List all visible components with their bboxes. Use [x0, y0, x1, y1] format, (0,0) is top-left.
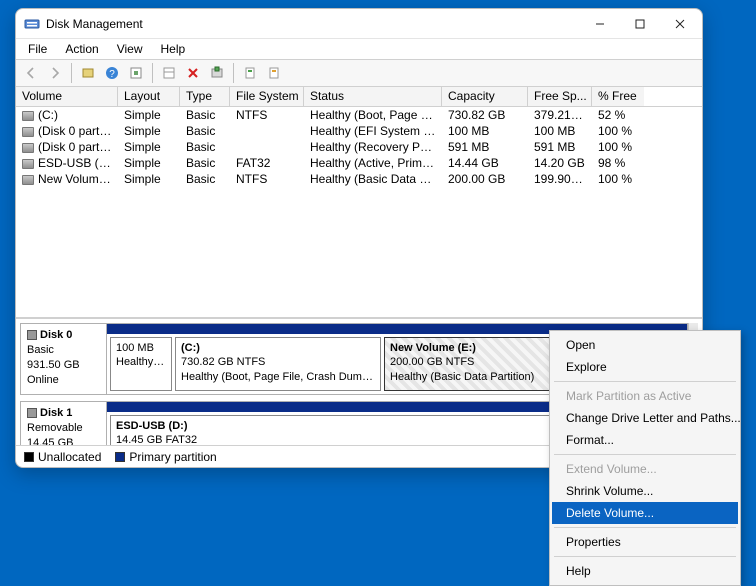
disk-icon [27, 330, 37, 340]
toolbar-icon-4[interactable] [239, 62, 261, 84]
toolbar-icon-3[interactable] [206, 62, 228, 84]
disk1-name: Disk 1 [40, 407, 72, 419]
disk-icon [27, 408, 37, 418]
disk1-size: 14.45 GB [27, 436, 100, 445]
toolbar-icon-2[interactable] [158, 62, 180, 84]
context-menu: Open Explore Mark Partition as Active Ch… [549, 330, 741, 586]
legend-primary: Primary partition [115, 450, 216, 464]
maximize-button[interactable] [620, 10, 660, 38]
volume-icon [22, 111, 34, 121]
disk0-state: Online [27, 373, 100, 388]
window-title: Disk Management [46, 17, 580, 31]
volume-icon [22, 159, 34, 169]
toolbar: ? [16, 59, 702, 87]
ctx-open[interactable]: Open [552, 334, 738, 356]
help-icon[interactable]: ? [101, 62, 123, 84]
ctx-extend: Extend Volume... [552, 458, 738, 480]
table-row[interactable]: (Disk 0 partition 1)SimpleBasicHealthy (… [16, 123, 702, 139]
ctx-help[interactable]: Help [552, 560, 738, 582]
menu-view[interactable]: View [109, 41, 151, 57]
forward-button[interactable] [44, 62, 66, 84]
table-row[interactable]: (Disk 0 partition 5)SimpleBasicHealthy (… [16, 139, 702, 155]
menu-action[interactable]: Action [57, 41, 106, 57]
table-row[interactable]: (C:)SimpleBasicNTFSHealthy (Boot, Page F… [16, 107, 702, 123]
table-header: Volume Layout Type File System Status Ca… [16, 87, 702, 107]
legend-unallocated: Unallocated [24, 450, 101, 464]
col-volume[interactable]: Volume [16, 87, 118, 106]
partition[interactable]: 100 MBHealthy (EFI S [110, 337, 172, 391]
back-button[interactable] [20, 62, 42, 84]
disk1-type: Removable [27, 421, 100, 436]
col-free[interactable]: Free Sp... [528, 87, 592, 106]
col-type[interactable]: Type [180, 87, 230, 106]
partition[interactable]: (C:)730.82 GB NTFSHealthy (Boot, Page Fi… [175, 337, 381, 391]
menu-file[interactable]: File [20, 41, 55, 57]
ctx-format[interactable]: Format... [552, 429, 738, 451]
app-icon [24, 16, 40, 32]
disk0-size: 931.50 GB [27, 358, 100, 373]
ctx-change-letter[interactable]: Change Drive Letter and Paths... [552, 407, 738, 429]
ctx-explore[interactable]: Explore [552, 356, 738, 378]
table-body: (C:)SimpleBasicNTFSHealthy (Boot, Page F… [16, 107, 702, 187]
volume-icon [22, 175, 34, 185]
disk0-type: Basic [27, 343, 100, 358]
col-capacity[interactable]: Capacity [442, 87, 528, 106]
table-row[interactable]: New Volume (...SimpleBasicNTFSHealthy (B… [16, 171, 702, 187]
close-button[interactable] [660, 10, 700, 38]
ctx-mark-active: Mark Partition as Active [552, 385, 738, 407]
col-pctfree[interactable]: % Free [592, 87, 644, 106]
menubar: File Action View Help [16, 39, 702, 59]
partition[interactable]: New Volume (E:)200.00 GB NTFSHealthy (Ba… [384, 337, 564, 391]
col-status[interactable]: Status [304, 87, 442, 106]
disk1-info: Disk 1 Removable 14.45 GB Online [21, 402, 107, 445]
table-row[interactable]: ESD-USB (D:)SimpleBasicFAT32Healthy (Act… [16, 155, 702, 171]
ctx-shrink[interactable]: Shrink Volume... [552, 480, 738, 502]
disk0-info: Disk 0 Basic 931.50 GB Online [21, 324, 107, 394]
titlebar: Disk Management [16, 9, 702, 39]
ctx-properties[interactable]: Properties [552, 531, 738, 553]
toolbar-icon-1[interactable] [77, 62, 99, 84]
ctx-delete[interactable]: Delete Volume... [552, 502, 738, 524]
volume-icon [22, 143, 34, 153]
delete-icon[interactable] [182, 62, 204, 84]
refresh-icon[interactable] [125, 62, 147, 84]
toolbar-icon-5[interactable] [263, 62, 285, 84]
volume-icon [22, 127, 34, 137]
col-layout[interactable]: Layout [118, 87, 180, 106]
minimize-button[interactable] [580, 10, 620, 38]
volume-table: Volume Layout Type File System Status Ca… [16, 87, 702, 318]
menu-help[interactable]: Help [153, 41, 194, 57]
col-filesystem[interactable]: File System [230, 87, 304, 106]
svg-text:?: ? [109, 69, 115, 80]
disk0-name: Disk 0 [40, 329, 72, 341]
